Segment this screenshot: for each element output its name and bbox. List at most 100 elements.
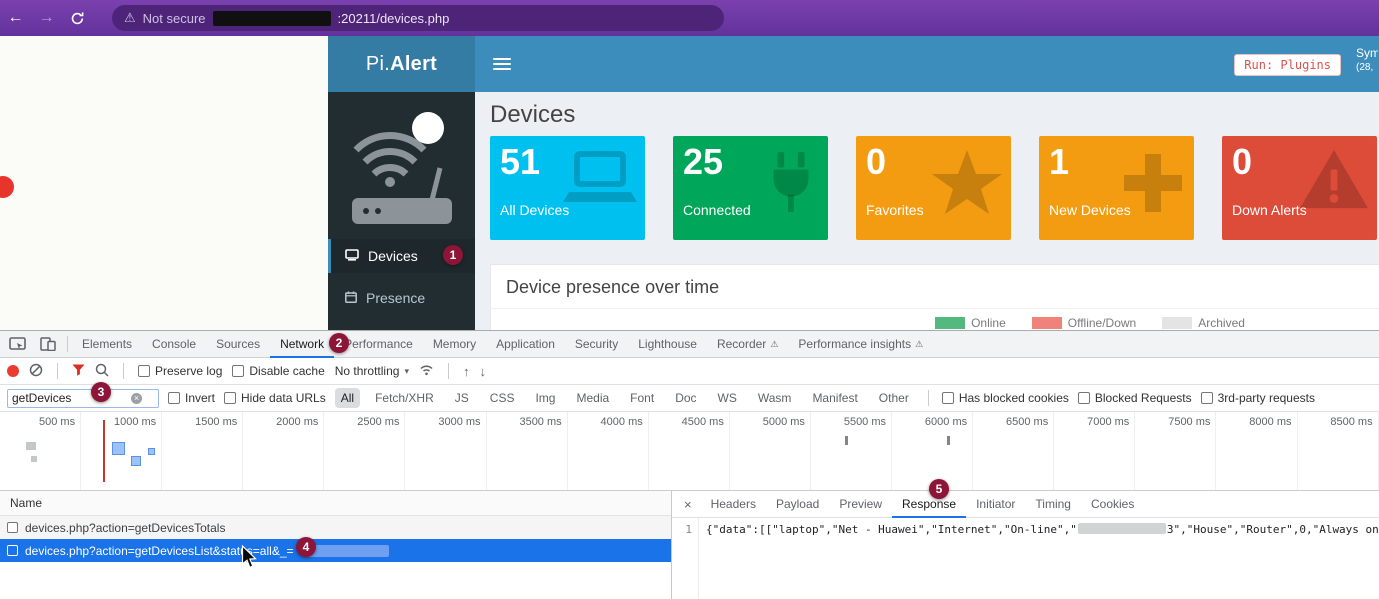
tab-elements[interactable]: Elements xyxy=(72,331,142,358)
tab-lighthouse[interactable]: Lighthouse xyxy=(628,331,707,358)
filter-type-other[interactable]: Other xyxy=(873,388,915,408)
checkbox[interactable] xyxy=(7,545,18,556)
topbar-right-line2: (28, xyxy=(1356,61,1378,75)
hamburger-menu-icon[interactable] xyxy=(493,58,511,73)
network-toolbar: Preserve log Disable cache No throttling… xyxy=(0,358,1379,385)
record-button[interactable] xyxy=(7,365,19,377)
detail-tab-timing[interactable]: Timing xyxy=(1025,491,1081,518)
checkbox[interactable] xyxy=(168,392,180,404)
detail-tab-payload[interactable]: Payload xyxy=(766,491,829,518)
filter-type-doc[interactable]: Doc xyxy=(669,388,702,408)
blocked-requests-checkbox[interactable]: Blocked Requests xyxy=(1078,391,1192,405)
detail-tab-preview[interactable]: Preview xyxy=(829,491,892,518)
detail-tab-initiator[interactable]: Initiator xyxy=(966,491,1025,518)
legend-item-online[interactable]: Online xyxy=(935,316,1006,330)
hide-data-urls-checkbox[interactable]: Hide data URLs xyxy=(224,391,326,405)
tab-recorder[interactable]: Recorder⚠ xyxy=(707,331,788,358)
filter-type-img[interactable]: Img xyxy=(529,388,561,408)
browser-forward-icon[interactable]: → xyxy=(31,9,62,27)
run-plugins-button[interactable]: Run: Plugins xyxy=(1234,54,1341,76)
detail-tab-headers[interactable]: Headers xyxy=(701,491,766,518)
timeline-tick: 2000 ms xyxy=(243,412,324,490)
card-new-devices[interactable]: 1 New Devices xyxy=(1039,136,1194,240)
checkbox-label: Disable cache xyxy=(249,364,324,378)
filter-funnel-icon[interactable] xyxy=(72,364,85,379)
request-row-selected[interactable]: devices.php?action=getDevicesList&status… xyxy=(0,539,671,562)
filter-type-all[interactable]: All xyxy=(335,388,360,408)
checkbox[interactable] xyxy=(942,392,954,404)
throttling-select[interactable]: No throttling▾ xyxy=(335,364,409,378)
card-label: New Devices xyxy=(1049,202,1131,218)
timeline-tick: 8000 ms xyxy=(1216,412,1297,490)
filter-type-css[interactable]: CSS xyxy=(484,388,521,408)
app-logo[interactable]: Pi.Alert xyxy=(328,36,475,92)
card-down-alerts[interactable]: 0 Down Alerts xyxy=(1222,136,1377,240)
tab-security[interactable]: Security xyxy=(565,331,628,358)
inspect-element-icon[interactable] xyxy=(2,331,33,357)
checkbox[interactable] xyxy=(1078,392,1090,404)
topbar-right-line1: Sym xyxy=(1356,45,1378,61)
card-label: Connected xyxy=(683,202,751,218)
tab-memory[interactable]: Memory xyxy=(423,331,486,358)
third-party-requests-checkbox[interactable]: 3rd-party requests xyxy=(1201,391,1315,405)
search-icon[interactable] xyxy=(95,363,109,380)
checkbox[interactable] xyxy=(138,365,150,377)
filter-type-wasm[interactable]: Wasm xyxy=(752,388,798,408)
card-connected[interactable]: 25 Connected xyxy=(673,136,828,240)
tab-sources[interactable]: Sources xyxy=(206,331,270,358)
card-value: 1 xyxy=(1049,141,1069,183)
card-value: 0 xyxy=(1232,141,1252,183)
tab-console[interactable]: Console xyxy=(142,331,206,358)
page-background: Pi.Alert xyxy=(0,36,1379,330)
export-har-icon[interactable]: ↓ xyxy=(479,364,486,379)
invert-checkbox[interactable]: Invert xyxy=(168,391,215,405)
presence-calendar-icon xyxy=(345,290,357,306)
import-har-icon[interactable]: ↑ xyxy=(463,364,470,379)
checkbox-label: Blocked Requests xyxy=(1095,391,1192,405)
checkbox-label: Has blocked cookies xyxy=(959,391,1069,405)
card-favorites[interactable]: 0 Favorites xyxy=(856,136,1011,240)
preserve-log-checkbox[interactable]: Preserve log xyxy=(138,364,222,378)
network-conditions-icon[interactable] xyxy=(419,364,434,379)
annotation-step-4: 4 xyxy=(296,537,316,557)
blocked-cookies-checkbox[interactable]: Has blocked cookies xyxy=(942,391,1069,405)
legend-label: Archived xyxy=(1198,316,1245,330)
request-row[interactable]: devices.php?action=getDevicesTotals xyxy=(0,516,671,539)
detail-tab-cookies[interactable]: Cookies xyxy=(1081,491,1144,518)
tab-performance-insights[interactable]: Performance insights⚠ xyxy=(788,331,933,358)
network-overview-timeline[interactable]: 500 ms 1000 ms 1500 ms 2000 ms 2500 ms 3… xyxy=(0,412,1379,491)
filter-type-ws[interactable]: WS xyxy=(712,388,743,408)
requests-name-column-header[interactable]: Name xyxy=(0,491,671,516)
filter-type-manifest[interactable]: Manifest xyxy=(806,388,863,408)
card-all-devices[interactable]: 51 All Devices xyxy=(490,136,645,240)
legend-item-offline[interactable]: Offline/Down xyxy=(1032,316,1136,330)
timeline-tick: 6500 ms xyxy=(973,412,1054,490)
sidebar-item-label: Presence xyxy=(366,290,425,306)
checkbox[interactable] xyxy=(7,522,18,533)
filter-type-font[interactable]: Font xyxy=(624,388,660,408)
filter-input-box[interactable]: × xyxy=(7,389,159,408)
disable-cache-checkbox[interactable]: Disable cache xyxy=(232,364,324,378)
tab-network[interactable]: Network xyxy=(270,331,334,358)
checkbox[interactable] xyxy=(232,365,244,377)
clear-button[interactable] xyxy=(29,363,43,380)
stat-cards-row: 51 All Devices 25 Connected xyxy=(490,136,1377,240)
checkbox[interactable] xyxy=(1201,392,1213,404)
checkbox[interactable] xyxy=(224,392,236,404)
detail-tab-response[interactable]: Response xyxy=(892,491,966,518)
clear-filter-icon[interactable]: × xyxy=(131,393,142,404)
address-bar[interactable]: ⚠ Not secure :20211/devices.php xyxy=(112,5,724,31)
plug-icon xyxy=(760,148,822,223)
device-toolbar-icon[interactable] xyxy=(33,331,63,357)
tab-application[interactable]: Application xyxy=(486,331,565,358)
filter-type-js[interactable]: JS xyxy=(449,388,475,408)
sidebar-item-presence[interactable]: Presence xyxy=(328,281,475,315)
filter-type-fetchxhr[interactable]: Fetch/XHR xyxy=(369,388,440,408)
browser-reload-icon[interactable] xyxy=(62,11,92,26)
network-filterbar: × Invert Hide data URLs All Fetch/XHR JS… xyxy=(0,385,1379,412)
filter-type-media[interactable]: Media xyxy=(570,388,615,408)
browser-back-icon[interactable]: ← xyxy=(0,9,31,27)
checkbox-label: Invert xyxy=(185,391,215,405)
close-icon[interactable]: × xyxy=(672,497,701,512)
legend-item-archived[interactable]: Archived xyxy=(1162,316,1245,330)
